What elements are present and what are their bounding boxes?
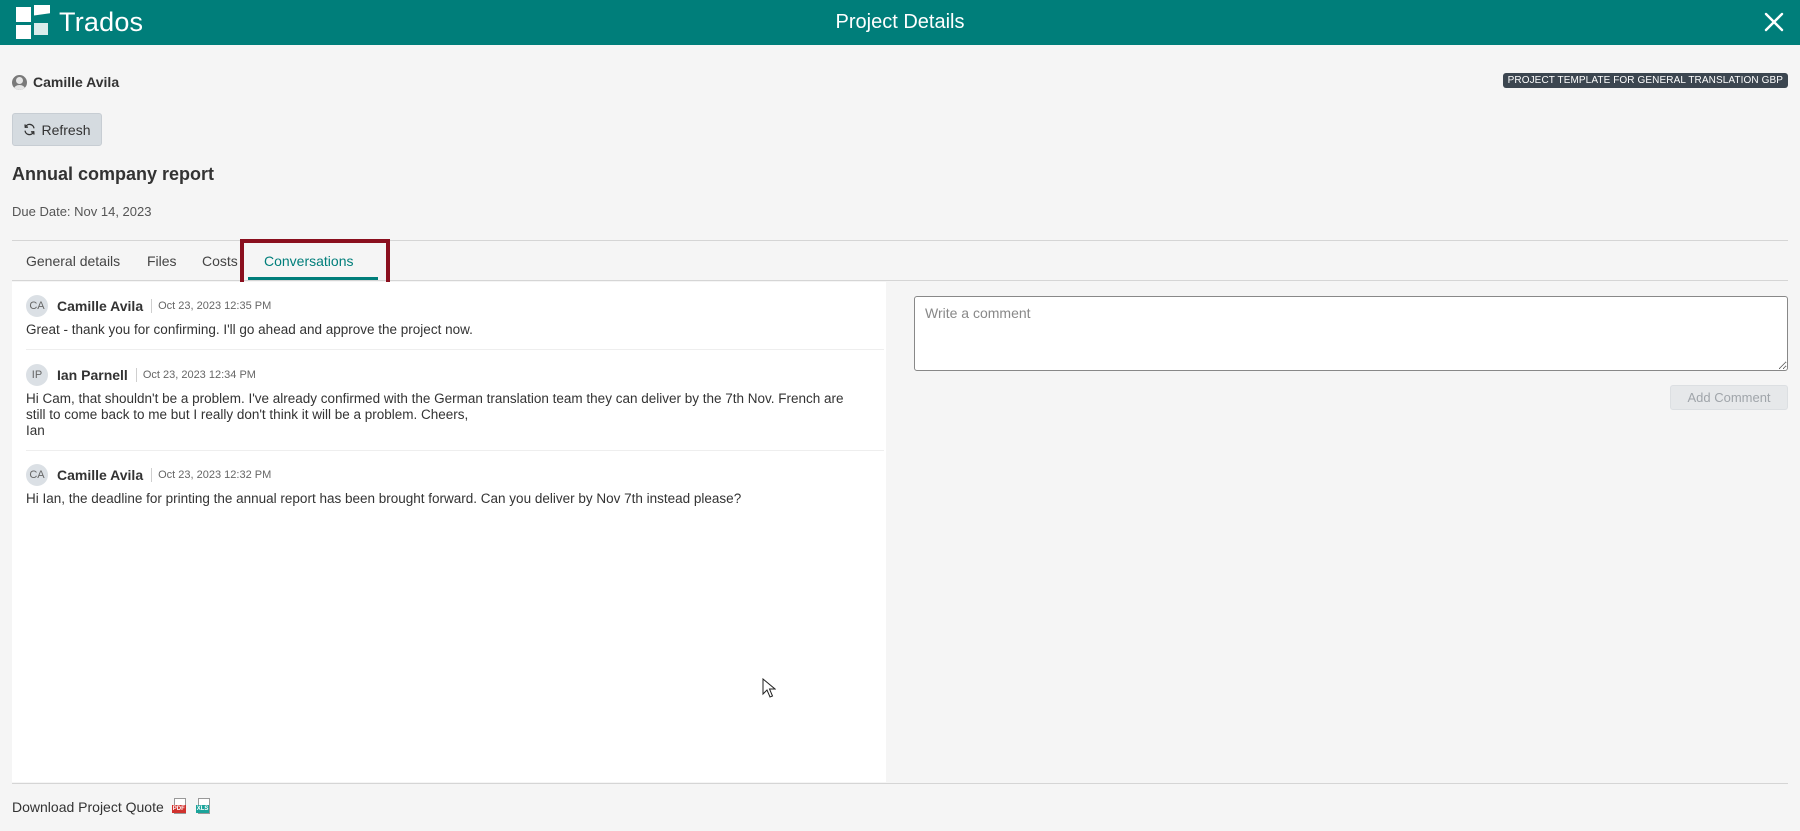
message-body: Great - thank you for confirming. I'll g…: [26, 322, 473, 337]
tab-bar: General details Files Costs Conversation…: [12, 239, 1788, 289]
message-author: Camille Avila: [57, 467, 144, 483]
tab-costs[interactable]: Costs: [202, 241, 238, 281]
download-quote-label: Download Project Quote: [12, 799, 164, 815]
refresh-icon: [24, 123, 36, 136]
refresh-label: Refresh: [41, 121, 91, 138]
list-item: IP Ian Parnell Oct 23, 2023 12:34 PM Hi …: [26, 363, 884, 439]
divider: [135, 368, 137, 382]
owner-name: Camille Avila: [33, 74, 120, 90]
page-title: Project Details: [835, 11, 965, 33]
avatar: CA: [26, 295, 48, 317]
project-template-badge: PROJECT TEMPLATE FOR GENERAL TRANSLATION…: [1502, 73, 1788, 88]
message-body: Hi Cam, that shouldn't be a problem. I'v…: [26, 391, 844, 438]
message-divider: [26, 450, 884, 451]
message-divider: [26, 349, 884, 350]
tab-files[interactable]: Files: [147, 241, 177, 281]
add-comment-button[interactable]: Add Comment: [1670, 385, 1788, 410]
divider: [151, 299, 153, 313]
footer-divider: [12, 783, 1788, 784]
tab-conversations[interactable]: Conversations: [264, 241, 354, 281]
avatar: IP: [26, 364, 48, 386]
footer: Download Project Quote PDF XLS: [12, 798, 212, 816]
user-icon: [12, 74, 27, 90]
tab-general-details[interactable]: General details: [26, 241, 120, 281]
divider: [151, 468, 153, 482]
message-author: Ian Parnell: [57, 367, 128, 383]
xls-download-icon[interactable]: XLS: [195, 798, 212, 816]
project-title: Annual company report: [12, 164, 215, 184]
conversation-list[interactable]: CA Camille Avila Oct 23, 2023 12:35 PM G…: [12, 282, 886, 782]
top-bar: Trados Project Details: [0, 0, 1800, 45]
list-item: CA Camille Avila Oct 23, 2023 12:35 PM G…: [26, 294, 884, 338]
comment-input[interactable]: [914, 296, 1788, 371]
avatar: CA: [26, 464, 48, 486]
message-author: Camille Avila: [57, 298, 144, 314]
message-timestamp: Oct 23, 2023 12:35 PM: [158, 300, 272, 312]
xls-icon-label: XLS: [195, 805, 210, 813]
due-date: Due Date: Nov 14, 2023: [12, 204, 152, 219]
message-timestamp: Oct 23, 2023 12:34 PM: [142, 369, 256, 381]
list-item: CA Camille Avila Oct 23, 2023 12:32 PM H…: [26, 463, 884, 507]
pdf-icon-label: PDF: [171, 805, 186, 813]
pdf-download-icon[interactable]: PDF: [171, 798, 188, 816]
project-owner: Camille Avila: [12, 74, 119, 90]
message-timestamp: Oct 23, 2023 12:32 PM: [158, 469, 272, 481]
active-tab-indicator: [248, 277, 378, 280]
close-button[interactable]: [1760, 8, 1788, 36]
mouse-cursor-icon: [762, 678, 776, 698]
close-icon: [1764, 12, 1784, 32]
message-body: Hi Ian, the deadline for printing the an…: [26, 491, 742, 506]
refresh-button[interactable]: Refresh: [12, 113, 102, 146]
